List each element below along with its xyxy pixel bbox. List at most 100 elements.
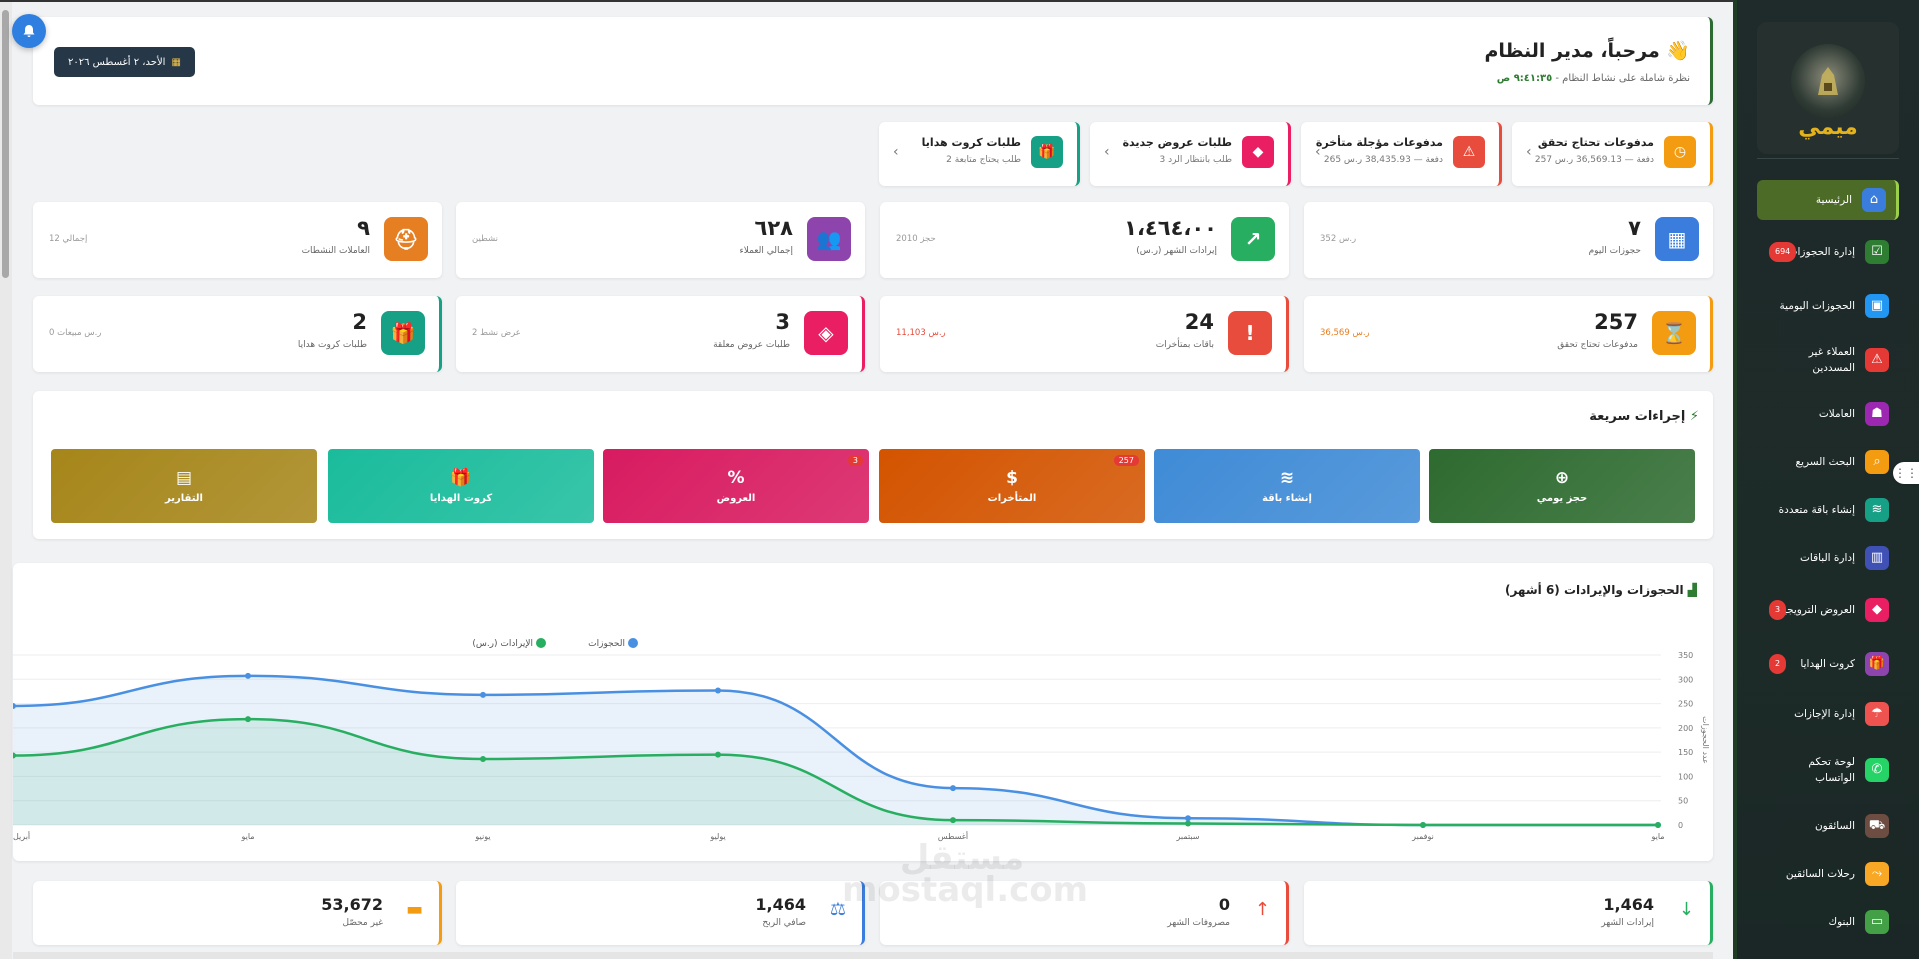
sidebar-item-label: العاملات — [1818, 408, 1855, 420]
sidebar-badge: 694 — [1769, 242, 1797, 262]
legend-label[interactable]: الإيرادات (ر.س) — [472, 639, 533, 649]
stat-extra: 2010 حجز — [896, 234, 936, 244]
legend-marker[interactable] — [628, 638, 638, 648]
sidebar-item[interactable]: 694 إدارة الحجوزات ☑ — [1757, 234, 1899, 270]
quick-action-badge: 257 — [1113, 455, 1139, 466]
data-point[interactable] — [245, 672, 251, 679]
sidebar-item[interactable]: العاملات ☗ — [1757, 396, 1899, 432]
stat-label: مدفوعات تحتاج تحقق — [1557, 340, 1638, 350]
sidebar-item-label: الرئيسية — [1815, 194, 1852, 206]
sidebar-item-label: الحجوزات اليومية — [1779, 300, 1855, 312]
welcome-card: مرحباً، مدير النظام 👋 نظرة شاملة على نشا… — [33, 17, 1713, 105]
stat-card: 👥 ٦٢٨ إجمالي العملاء نشطين — [456, 202, 865, 278]
stat-label: إجمالي العملاء — [739, 246, 793, 256]
sidebar-item-label: البحث السريع — [1795, 456, 1856, 468]
sidebar-item[interactable]: الحجوزات اليومية ▣ — [1757, 288, 1899, 324]
data-point[interactable] — [715, 751, 721, 758]
quick-action-label: التقارير — [165, 492, 203, 504]
report-icon: ▤ — [175, 467, 193, 488]
legend-label[interactable]: الحجوزات — [588, 639, 625, 649]
data-point[interactable] — [245, 716, 251, 723]
date-label: الأحد، ٢ أغسطس ٢٠٢٦ — [68, 56, 166, 68]
summary-label: غير محصّل — [342, 918, 384, 928]
quick-action-button[interactable]: $ المتأخرات 257 — [879, 449, 1145, 523]
brand-logo[interactable] — [1791, 44, 1865, 118]
stat-label: العاملات النشطات — [301, 246, 370, 256]
chevron-left-icon: ‹ — [1526, 144, 1532, 160]
sidebar-item-label: السائقون — [1814, 820, 1855, 832]
quick-action-button[interactable]: ▤ التقارير — [51, 449, 317, 523]
x-tick-label: نوفمبر — [1411, 832, 1434, 841]
quick-action-button[interactable]: % العروض 3 — [603, 449, 869, 523]
data-point[interactable] — [715, 687, 721, 694]
data-point[interactable] — [950, 817, 956, 824]
gift-icon: 🎁 — [450, 467, 472, 488]
sidebar-item[interactable]: البحث السريع ⌕ — [1757, 444, 1899, 480]
summary-value: 1,464 — [1603, 895, 1654, 914]
alert-card[interactable]: ⚠ مدفوعات مؤجلة متأخرة 265 دفعة — 38,435.9… — [1301, 122, 1502, 186]
horizontal-scrollbar[interactable] — [13, 952, 1713, 959]
stat-card: ↗ ١،٤٦٤،٠٠ إيرادات الشهر (ر.س) 2010 حجز — [880, 202, 1289, 278]
quick-action-button[interactable]: ≋ إنشاء باقة — [1154, 449, 1420, 523]
sidebar-item[interactable]: إنشاء باقة متعددة ≋ — [1757, 492, 1899, 528]
tags-icon: ◈ — [804, 311, 848, 355]
y-tick-label: 250 — [1678, 700, 1693, 709]
notification-bell-icon[interactable] — [12, 14, 46, 48]
sidebar-item[interactable]: العملاء غير المسددين ⚠ — [1757, 342, 1899, 378]
sidebar-divider — [1757, 158, 1899, 159]
alert-circle-icon: ! — [1228, 311, 1272, 355]
sidebar-item-label: كروت الهدايا — [1800, 658, 1855, 670]
alert-title: طلبات كروت هدايا — [921, 136, 1021, 149]
stat-extra: 0 ر.س مبيعات — [49, 328, 102, 338]
sidebar-item[interactable]: 2 كروت الهدايا 🎁 — [1757, 646, 1899, 682]
sidebar-item-label: إدارة الإجازات — [1794, 708, 1855, 720]
data-point[interactable] — [1655, 822, 1661, 828]
users-icon: 👥 — [807, 217, 851, 261]
data-point[interactable] — [480, 755, 486, 762]
sidebar-item[interactable]: السائقون ⛟ — [1757, 808, 1899, 844]
clock-icon: ◷ — [1664, 136, 1696, 168]
calendar-icon: ▦ — [171, 56, 181, 68]
quick-action-label: المتأخرات — [987, 492, 1037, 504]
sidebar-item-label: العروض الترويجية — [1778, 604, 1855, 616]
stat-card: ◈ 3 طلبات عروض معلقة 2 عرض نشط — [456, 296, 865, 372]
scrollbar-thumb[interactable] — [2, 10, 9, 278]
sidebar-item[interactable]: البنوك ▭ — [1757, 904, 1899, 940]
top-border — [0, 0, 1733, 2]
legend-marker[interactable] — [536, 638, 546, 648]
stat-label: باقات بمتأخرات — [1155, 340, 1214, 350]
sidebar-item[interactable]: الرئيسية ⌂ — [1757, 180, 1899, 220]
data-point[interactable] — [950, 785, 956, 792]
data-point[interactable] — [1185, 820, 1191, 827]
sidebar-item[interactable]: لوحة تحكم الواتساب ✆ — [1757, 752, 1899, 788]
sidebar-item[interactable]: 3 العروض الترويجية ◆ — [1757, 592, 1899, 628]
stat-value: 3 — [775, 310, 790, 334]
data-point[interactable] — [1185, 815, 1191, 822]
sidebar-badge: 2 — [1769, 654, 1787, 674]
warning-icon: ⚠ — [1865, 348, 1889, 372]
date-button[interactable]: الأحد، ٢ أغسطس ٢٠٢٦ ▦ — [54, 47, 195, 77]
sidebar-item-label: إدارة الباقات — [1799, 552, 1855, 564]
page-scrollbar[interactable] — [0, 0, 12, 959]
home-icon: ⌂ — [1862, 188, 1886, 212]
brand-name: ميمي — [1798, 115, 1858, 140]
sidebar-item[interactable]: إدارة الباقات ▥ — [1757, 540, 1899, 576]
gift-icon: 🎁 — [381, 311, 425, 355]
sidebar-item-label: إنشاء باقة متعددة — [1778, 504, 1855, 516]
stat-value: 2 — [352, 310, 367, 334]
stat-extra: 2 عرض نشط — [472, 328, 521, 338]
sidebar-item[interactable]: إدارة الإجازات ☂ — [1757, 696, 1899, 732]
sidebar-item[interactable]: رحلات السائقين ⤳ — [1757, 856, 1899, 892]
summary-value: 0 — [1218, 895, 1230, 914]
alert-card[interactable]: ◷ مدفوعات تحتاج تحقق 257 دفعة — 36,569.13 … — [1512, 122, 1713, 186]
quick-action-button[interactable]: ⊕ حجز يومي — [1429, 449, 1695, 523]
watermark: مستقل mostaql.com — [842, 838, 1089, 910]
alert-title: مدفوعات مؤجلة متأخرة — [1315, 136, 1443, 149]
alert-card[interactable]: 🎁 طلبات كروت هدايا 2 طلب يحتاج متابعة ‹ — [879, 122, 1080, 186]
sidebar-drag-handle[interactable]: ⋮⋮ — [1893, 462, 1919, 484]
alert-card[interactable]: ◆ طلبات عروض جديدة 3 طلب بانتظار الرد ‹ — [1090, 122, 1291, 186]
warning-icon: ⚠ — [1453, 136, 1485, 168]
data-point[interactable] — [480, 691, 486, 698]
quick-action-button[interactable]: 🎁 كروت الهدايا — [328, 449, 594, 523]
data-point[interactable] — [1420, 822, 1426, 828]
